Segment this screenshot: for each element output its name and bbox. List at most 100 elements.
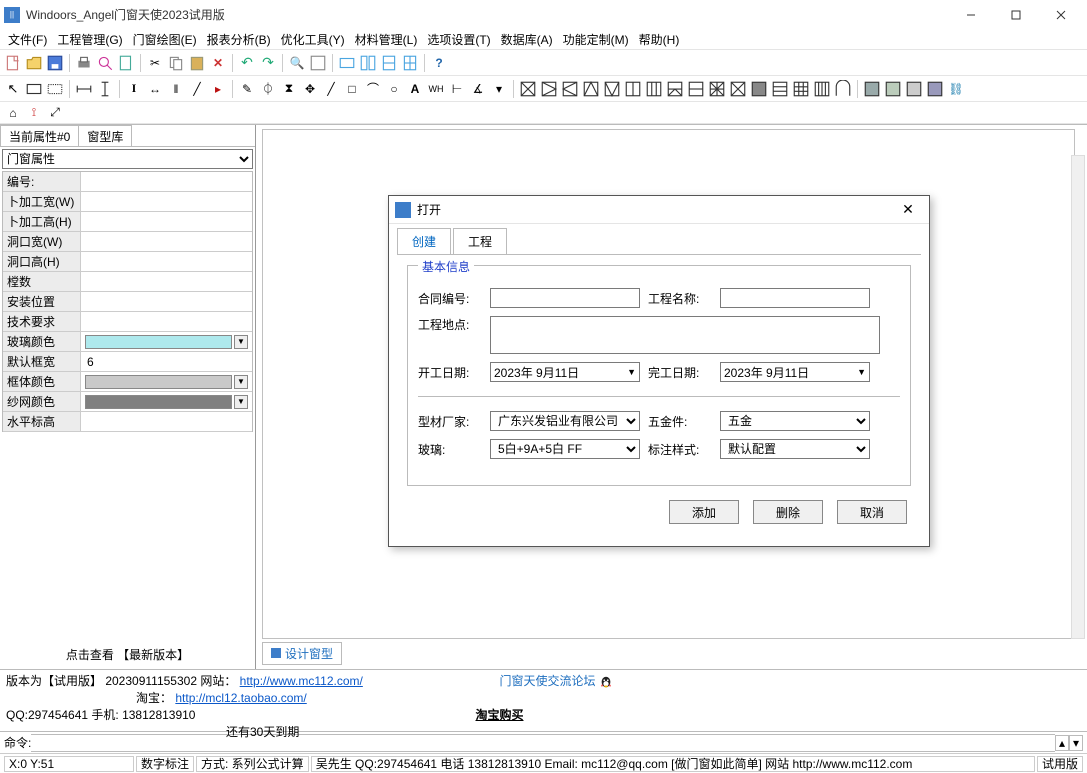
zoom-icon[interactable]: 🔍 [288, 54, 306, 72]
text-a-icon[interactable]: A [406, 80, 424, 98]
qq-icon[interactable] [599, 675, 613, 689]
win-3-icon[interactable] [561, 80, 579, 98]
dialog-close-button[interactable]: ✕ [893, 201, 923, 218]
chevron-down-icon[interactable]: ▼ [234, 335, 248, 349]
minimize-button[interactable] [948, 1, 993, 29]
win-11-icon[interactable] [729, 80, 747, 98]
fit-icon[interactable] [309, 54, 327, 72]
win-2-icon[interactable] [540, 80, 558, 98]
copy-icon[interactable] [167, 54, 185, 72]
project-addr-input[interactable] [490, 316, 880, 354]
grid-2-icon[interactable] [792, 80, 810, 98]
prop-input[interactable] [85, 214, 248, 230]
prop-value[interactable] [81, 212, 252, 232]
close-button[interactable] [1038, 1, 1083, 29]
dialog-tab-project[interactable]: 工程 [453, 228, 507, 254]
arch-icon[interactable] [834, 80, 852, 98]
taobao-buy-link[interactable]: 淘宝购买 [475, 706, 523, 723]
expand-icon[interactable]: ⤢ [46, 104, 64, 122]
menu-material[interactable]: 材料管理(L) [351, 30, 422, 49]
wh-icon[interactable]: WH [427, 80, 445, 98]
tab-design-window[interactable]: 设计窗型 [262, 642, 342, 665]
open-icon[interactable] [25, 54, 43, 72]
tab-window-lib[interactable]: 窗型库 [78, 125, 132, 146]
divider-icon[interactable]: ⏀ [259, 80, 277, 98]
help-icon[interactable]: ? [430, 54, 448, 72]
cancel-button[interactable]: 取消 [837, 500, 907, 524]
win-4-icon[interactable] [582, 80, 600, 98]
grid-1-icon[interactable] [771, 80, 789, 98]
hmeasure-icon[interactable]: ⊢ [448, 80, 466, 98]
prop-input[interactable] [85, 354, 248, 370]
prop-value[interactable]: ▼ [81, 372, 252, 392]
taobao-link[interactable]: http://mcl12.taobao.com/ [175, 691, 306, 705]
win-1-icon[interactable] [519, 80, 537, 98]
prop-input[interactable] [85, 274, 248, 290]
pointer-icon[interactable]: ↖ [4, 80, 22, 98]
doc-icon[interactable] [117, 54, 135, 72]
color-swatch[interactable] [85, 375, 232, 389]
end-date-picker[interactable]: 2023年 9月11日▼ [720, 362, 870, 382]
hardware-select[interactable]: 五金 [720, 411, 870, 431]
square-icon[interactable]: □ [343, 80, 361, 98]
arc-icon[interactable]: ⌒ [364, 80, 382, 98]
prop-value[interactable] [81, 292, 252, 312]
move-icon[interactable]: ✥ [301, 80, 319, 98]
add-button[interactable]: 添加 [669, 500, 739, 524]
delete-icon[interactable]: ✕ [209, 54, 227, 72]
menu-custom[interactable]: 功能定制(M) [559, 30, 633, 49]
prop-input[interactable] [85, 194, 248, 210]
mirror-icon[interactable]: ⧗ [280, 80, 298, 98]
ibeam-icon[interactable]: I [125, 80, 143, 98]
vsep-icon[interactable]: ‖ [167, 80, 185, 98]
maximize-button[interactable] [993, 1, 1038, 29]
attr-type-select[interactable]: 门窗属性 [2, 149, 253, 169]
tab-current-attr[interactable]: 当前属性#0 [0, 125, 79, 146]
prop-input[interactable] [85, 314, 248, 330]
pin-icon[interactable]: ⟟ [25, 104, 43, 122]
prop-input[interactable] [85, 174, 248, 190]
win-12-icon[interactable] [750, 80, 768, 98]
tool-c-icon[interactable] [380, 54, 398, 72]
preview-icon[interactable] [96, 54, 114, 72]
win-8-icon[interactable] [666, 80, 684, 98]
diag-icon[interactable]: ╱ [188, 80, 206, 98]
menu-database[interactable]: 数据库(A) [497, 30, 557, 49]
flag-icon[interactable]: ▸ [209, 80, 227, 98]
panel-2-icon[interactable] [884, 80, 902, 98]
tool-b-icon[interactable] [359, 54, 377, 72]
start-date-picker[interactable]: 2023年 9月11日▼ [490, 362, 640, 382]
win-9-icon[interactable] [687, 80, 705, 98]
new-icon[interactable] [4, 54, 22, 72]
color-swatch[interactable] [85, 395, 232, 409]
rect2-icon[interactable] [46, 80, 64, 98]
panel-1-icon[interactable] [863, 80, 881, 98]
vertical-scrollbar[interactable] [1071, 155, 1085, 639]
win-5-icon[interactable] [603, 80, 621, 98]
menu-file[interactable]: 文件(F) [4, 30, 51, 49]
menu-optimize[interactable]: 优化工具(Y) [277, 30, 349, 49]
prop-value[interactable] [81, 192, 252, 212]
redo-icon[interactable]: ↷ [259, 54, 277, 72]
menu-options[interactable]: 选项设置(T) [423, 30, 494, 49]
contract-no-input[interactable] [490, 288, 640, 308]
panel-3-icon[interactable] [905, 80, 923, 98]
anchor-icon[interactable]: ⌂ [4, 104, 22, 122]
prop-value[interactable] [81, 352, 252, 372]
link-icon[interactable]: ⛓ [947, 80, 965, 98]
paste-icon[interactable] [188, 54, 206, 72]
tool-d-icon[interactable] [401, 54, 419, 72]
profile-select[interactable]: 广东兴发铝业有限公司 [490, 411, 640, 431]
prop-value[interactable] [81, 272, 252, 292]
line-icon[interactable]: ╱ [322, 80, 340, 98]
menu-draw[interactable]: 门窗绘图(E) [129, 30, 201, 49]
chevron-down-icon[interactable]: ▼ [234, 395, 248, 409]
pencil-icon[interactable]: ✎ [238, 80, 256, 98]
prop-value[interactable] [81, 232, 252, 252]
rect-icon[interactable] [25, 80, 43, 98]
chevron-down-icon[interactable]: ▼ [234, 375, 248, 389]
style-select[interactable]: 默认配置 [720, 439, 870, 459]
menu-report[interactable]: 报表分析(B) [203, 30, 275, 49]
vdim-icon[interactable] [96, 80, 114, 98]
menu-project[interactable]: 工程管理(G) [53, 30, 126, 49]
